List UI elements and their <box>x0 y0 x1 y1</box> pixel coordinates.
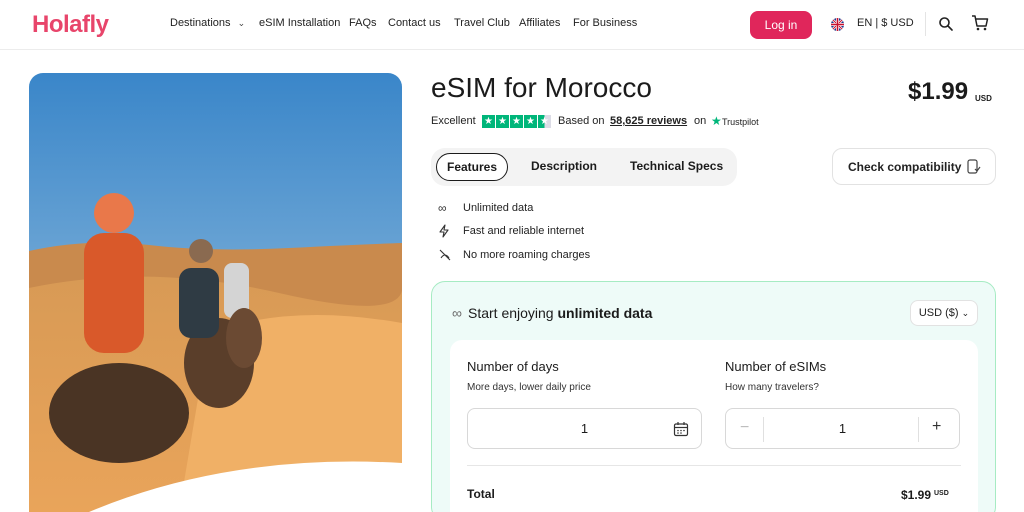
feature-text: Unlimited data <box>463 202 534 214</box>
language-currency-selector[interactable]: EN | $ USD <box>857 17 914 29</box>
plan-selector-card: ∞ Start enjoying unlimited data USD ($) ⌄… <box>431 281 996 512</box>
trustpilot-star-icon: ★ <box>711 114 722 128</box>
site-header: Holafly Destinations ⌄ eSIM Installation… <box>0 0 1024 50</box>
product-price-currency: USD <box>975 94 992 103</box>
search-icon[interactable] <box>938 16 954 32</box>
login-button[interactable]: Log in <box>750 11 812 39</box>
chevron-down-icon: ⌄ <box>961 308 970 318</box>
esims-stepper: − 1 + <box>725 408 960 449</box>
days-value: 1 <box>580 421 589 436</box>
reviews-link[interactable]: 58,625 reviews <box>610 115 687 127</box>
rating-based-on: Based on <box>558 115 605 127</box>
product-title: eSIM for Morocco <box>431 72 652 103</box>
infinity-icon: ∞ <box>452 305 462 321</box>
total-value: $1.99 <box>901 488 932 502</box>
rating-stars: ★ ★ ★ ★ ★ <box>482 115 551 128</box>
nav-esim-installation[interactable]: eSIM Installation <box>259 17 340 29</box>
tab-description[interactable]: Description <box>531 159 597 173</box>
days-input[interactable]: 1 <box>467 408 702 449</box>
check-compatibility-button[interactable]: Check compatibility <box>832 148 996 185</box>
rating-on: on <box>694 115 707 127</box>
total-currency: USD <box>934 490 949 497</box>
infinity-icon: ∞ <box>438 201 447 215</box>
cart-icon[interactable] <box>971 14 989 32</box>
nav-travel-club[interactable]: Travel Club <box>454 17 510 29</box>
phone-check-icon <box>967 159 981 175</box>
product-tabs: Features Description Technical Specs <box>431 148 737 186</box>
rating-label: Excellent <box>431 115 476 127</box>
plan-heading-bold: unlimited data <box>557 305 653 321</box>
header-divider <box>925 12 926 36</box>
plan-heading: ∞ Start enjoying unlimited data <box>452 305 652 321</box>
plan-options-panel: Number of days More days, lower daily pr… <box>450 340 978 512</box>
feature-text: Fast and reliable internet <box>463 225 585 237</box>
holafly-logo[interactable]: Holafly <box>32 11 109 39</box>
nav-affiliates[interactable]: Affiliates <box>519 17 560 29</box>
nav-for-business[interactable]: For Business <box>573 17 637 29</box>
uk-flag-icon[interactable] <box>831 18 844 31</box>
esims-label: Number of eSIMs <box>725 359 827 374</box>
plan-heading-prefix: Start enjoying <box>467 305 554 321</box>
currency-select-value: USD ($) <box>918 307 959 319</box>
days-hint: More days, lower daily price <box>467 382 591 393</box>
total-label: Total <box>467 487 495 501</box>
nav-contact-us[interactable]: Contact us <box>388 17 441 29</box>
tab-technical-specs[interactable]: Technical Specs <box>630 159 723 173</box>
chevron-down-icon: ⌄ <box>237 18 246 28</box>
star-icon: ★ <box>510 115 523 128</box>
stepper-divider <box>918 417 919 442</box>
esims-value[interactable]: 1 <box>726 421 959 436</box>
product-price: $1.99 <box>908 78 969 105</box>
star-icon: ★ <box>496 115 509 128</box>
star-icon: ★ <box>482 115 495 128</box>
nav-faqs[interactable]: FAQs <box>349 17 377 29</box>
nav-destinations[interactable]: Destinations ⌄ <box>170 17 245 29</box>
feature-text: No more roaming charges <box>463 249 591 261</box>
star-icon: ★ <box>524 115 537 128</box>
check-compatibility-label: Check compatibility <box>848 160 962 174</box>
star-half-icon: ★ <box>538 115 551 128</box>
esims-hint: How many travelers? <box>725 382 819 393</box>
total-divider <box>467 465 961 466</box>
days-label: Number of days <box>467 359 559 374</box>
calendar-icon[interactable] <box>673 421 689 437</box>
tab-features[interactable]: Features <box>436 153 508 181</box>
trustpilot-logo[interactable]: Trustpilot <box>722 117 759 127</box>
nav-destinations-label: Destinations <box>170 17 231 29</box>
lightning-icon <box>438 224 452 238</box>
no-roaming-icon <box>438 248 452 262</box>
hero-image-desert-camels <box>29 73 402 512</box>
increment-button[interactable]: + <box>932 418 941 436</box>
currency-select[interactable]: USD ($) ⌄ <box>910 300 978 326</box>
